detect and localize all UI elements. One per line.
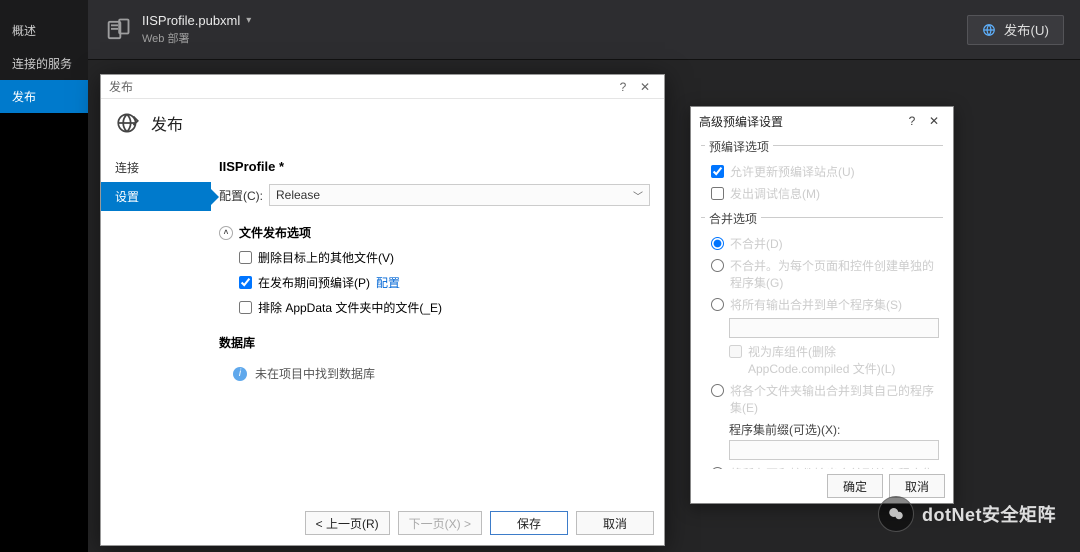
check-emit-debug[interactable]: 发出调试信息(M)	[711, 185, 939, 202]
profile-label: IISProfile *	[219, 159, 650, 174]
left-sidebar: 概述 连接的服务 发布	[0, 0, 88, 113]
group-merge: 合并选项	[705, 210, 761, 227]
help-icon[interactable]: ?	[901, 110, 923, 132]
publish-dialog-footer: < 上一页(R) 下一页(X) > 保存 取消	[101, 501, 664, 545]
advanced-dialog-titlebar: 高级预编译设置 ? ✕	[691, 107, 953, 135]
dialog-title: 发布	[109, 78, 133, 95]
check-allow-update[interactable]: 允许更新预编译站点(U)	[711, 163, 939, 180]
server-icon	[104, 16, 132, 44]
ok-button[interactable]: 确定	[827, 474, 883, 498]
sidebar-item-overview[interactable]: 概述	[0, 14, 88, 47]
assembly-prefix-label: 程序集前缀(可选)(X):	[729, 421, 939, 438]
profile-dropdown-icon[interactable]: ▾	[246, 15, 251, 26]
check-exclude-appdata[interactable]: 排除 AppData 文件夹中的文件(_E)	[239, 299, 650, 316]
cancel-button[interactable]: 取消	[576, 511, 654, 535]
info-icon: i	[233, 367, 247, 381]
check-treat-as-lib[interactable]: 视为库组件(删除 AppCode.compiled 文件)(L)	[729, 343, 939, 377]
sidebar-item-connected-services[interactable]: 连接的服务	[0, 47, 88, 80]
radio-no-merge-per-page[interactable]: 不合并。为每个页面和控件创建单独的程序集(G)	[711, 257, 939, 291]
section-title-publish-options: 文件发布选项	[239, 224, 311, 241]
radio-merge-pages-single[interactable]: 将所有页和控件输出合并到单个程序集(N)	[711, 465, 939, 469]
globe-publish-icon	[115, 110, 141, 136]
profile-meta: Web 部署	[142, 30, 251, 46]
advanced-dialog: 高级预编译设置 ? ✕ 预编译选项 允许更新预编译站点(U) 发出调试信息(M)…	[690, 106, 954, 504]
next-button: 下一页(X) >	[398, 511, 482, 535]
cancel-button[interactable]: 取消	[889, 474, 945, 498]
section-toggle-icon[interactable]: ˄	[219, 226, 233, 240]
prev-button[interactable]: < 上一页(R)	[305, 511, 390, 535]
close-icon[interactable]: ✕	[923, 110, 945, 132]
database-empty-text: 未在项目中找到数据库	[255, 365, 375, 382]
radio-merge-single[interactable]: 将所有输出合并到单个程序集(S)	[711, 296, 939, 313]
publish-side-settings[interactable]: 设置	[101, 182, 211, 211]
watermark: dotNet安全矩阵	[878, 496, 1056, 532]
config-label: 配置(C):	[219, 187, 263, 204]
group-precompile: 预编译选项	[705, 138, 773, 155]
publish-dialog-form: IISProfile * 配置(C): Release ﹀ ˄ 文件发布选项 删…	[211, 147, 664, 501]
check-delete-extra[interactable]: 删除目标上的其他文件(V)	[239, 249, 650, 266]
save-button[interactable]: 保存	[490, 511, 568, 535]
profile-name: IISProfile.pubxml	[142, 13, 240, 28]
publish-header: IISProfile.pubxml ▾ Web 部署 发布(U)	[88, 0, 1080, 60]
publish-dialog-header: 发布	[101, 99, 664, 147]
section-title-database: 数据库	[219, 334, 255, 351]
publish-button[interactable]: 发布(U)	[967, 15, 1064, 45]
chevron-down-icon: ﹀	[633, 188, 643, 203]
radio-no-merge[interactable]: 不合并(D)	[711, 235, 939, 252]
check-precompile[interactable]: 在发布期间预编译(P) 配置	[239, 274, 650, 291]
merge-single-assembly-input[interactable]	[729, 318, 939, 338]
radio-merge-per-folder[interactable]: 将各个文件夹输出合并到其自己的程序集(E)	[711, 382, 939, 416]
help-icon[interactable]: ?	[612, 76, 634, 98]
assembly-prefix-input[interactable]	[729, 440, 939, 460]
precompile-configure-link[interactable]: 配置	[376, 274, 400, 291]
wechat-icon	[878, 496, 914, 532]
publish-dialog-sidebar: 连接 设置	[101, 147, 211, 501]
config-select[interactable]: Release ﹀	[269, 184, 650, 206]
advanced-dialog-title: 高级预编译设置	[699, 113, 783, 130]
publish-header-title: 发布	[151, 111, 183, 135]
watermark-text: dotNet安全矩阵	[922, 501, 1056, 527]
publish-dialog-titlebar: 发布 ? ✕	[101, 75, 664, 99]
close-icon[interactable]: ✕	[634, 76, 656, 98]
sidebar-item-publish[interactable]: 发布	[0, 80, 88, 113]
publish-dialog: 发布 ? ✕ 发布 连接 设置 IISProfile * 配置(C): Rele…	[100, 74, 665, 546]
publish-side-connect[interactable]: 连接	[101, 153, 211, 182]
